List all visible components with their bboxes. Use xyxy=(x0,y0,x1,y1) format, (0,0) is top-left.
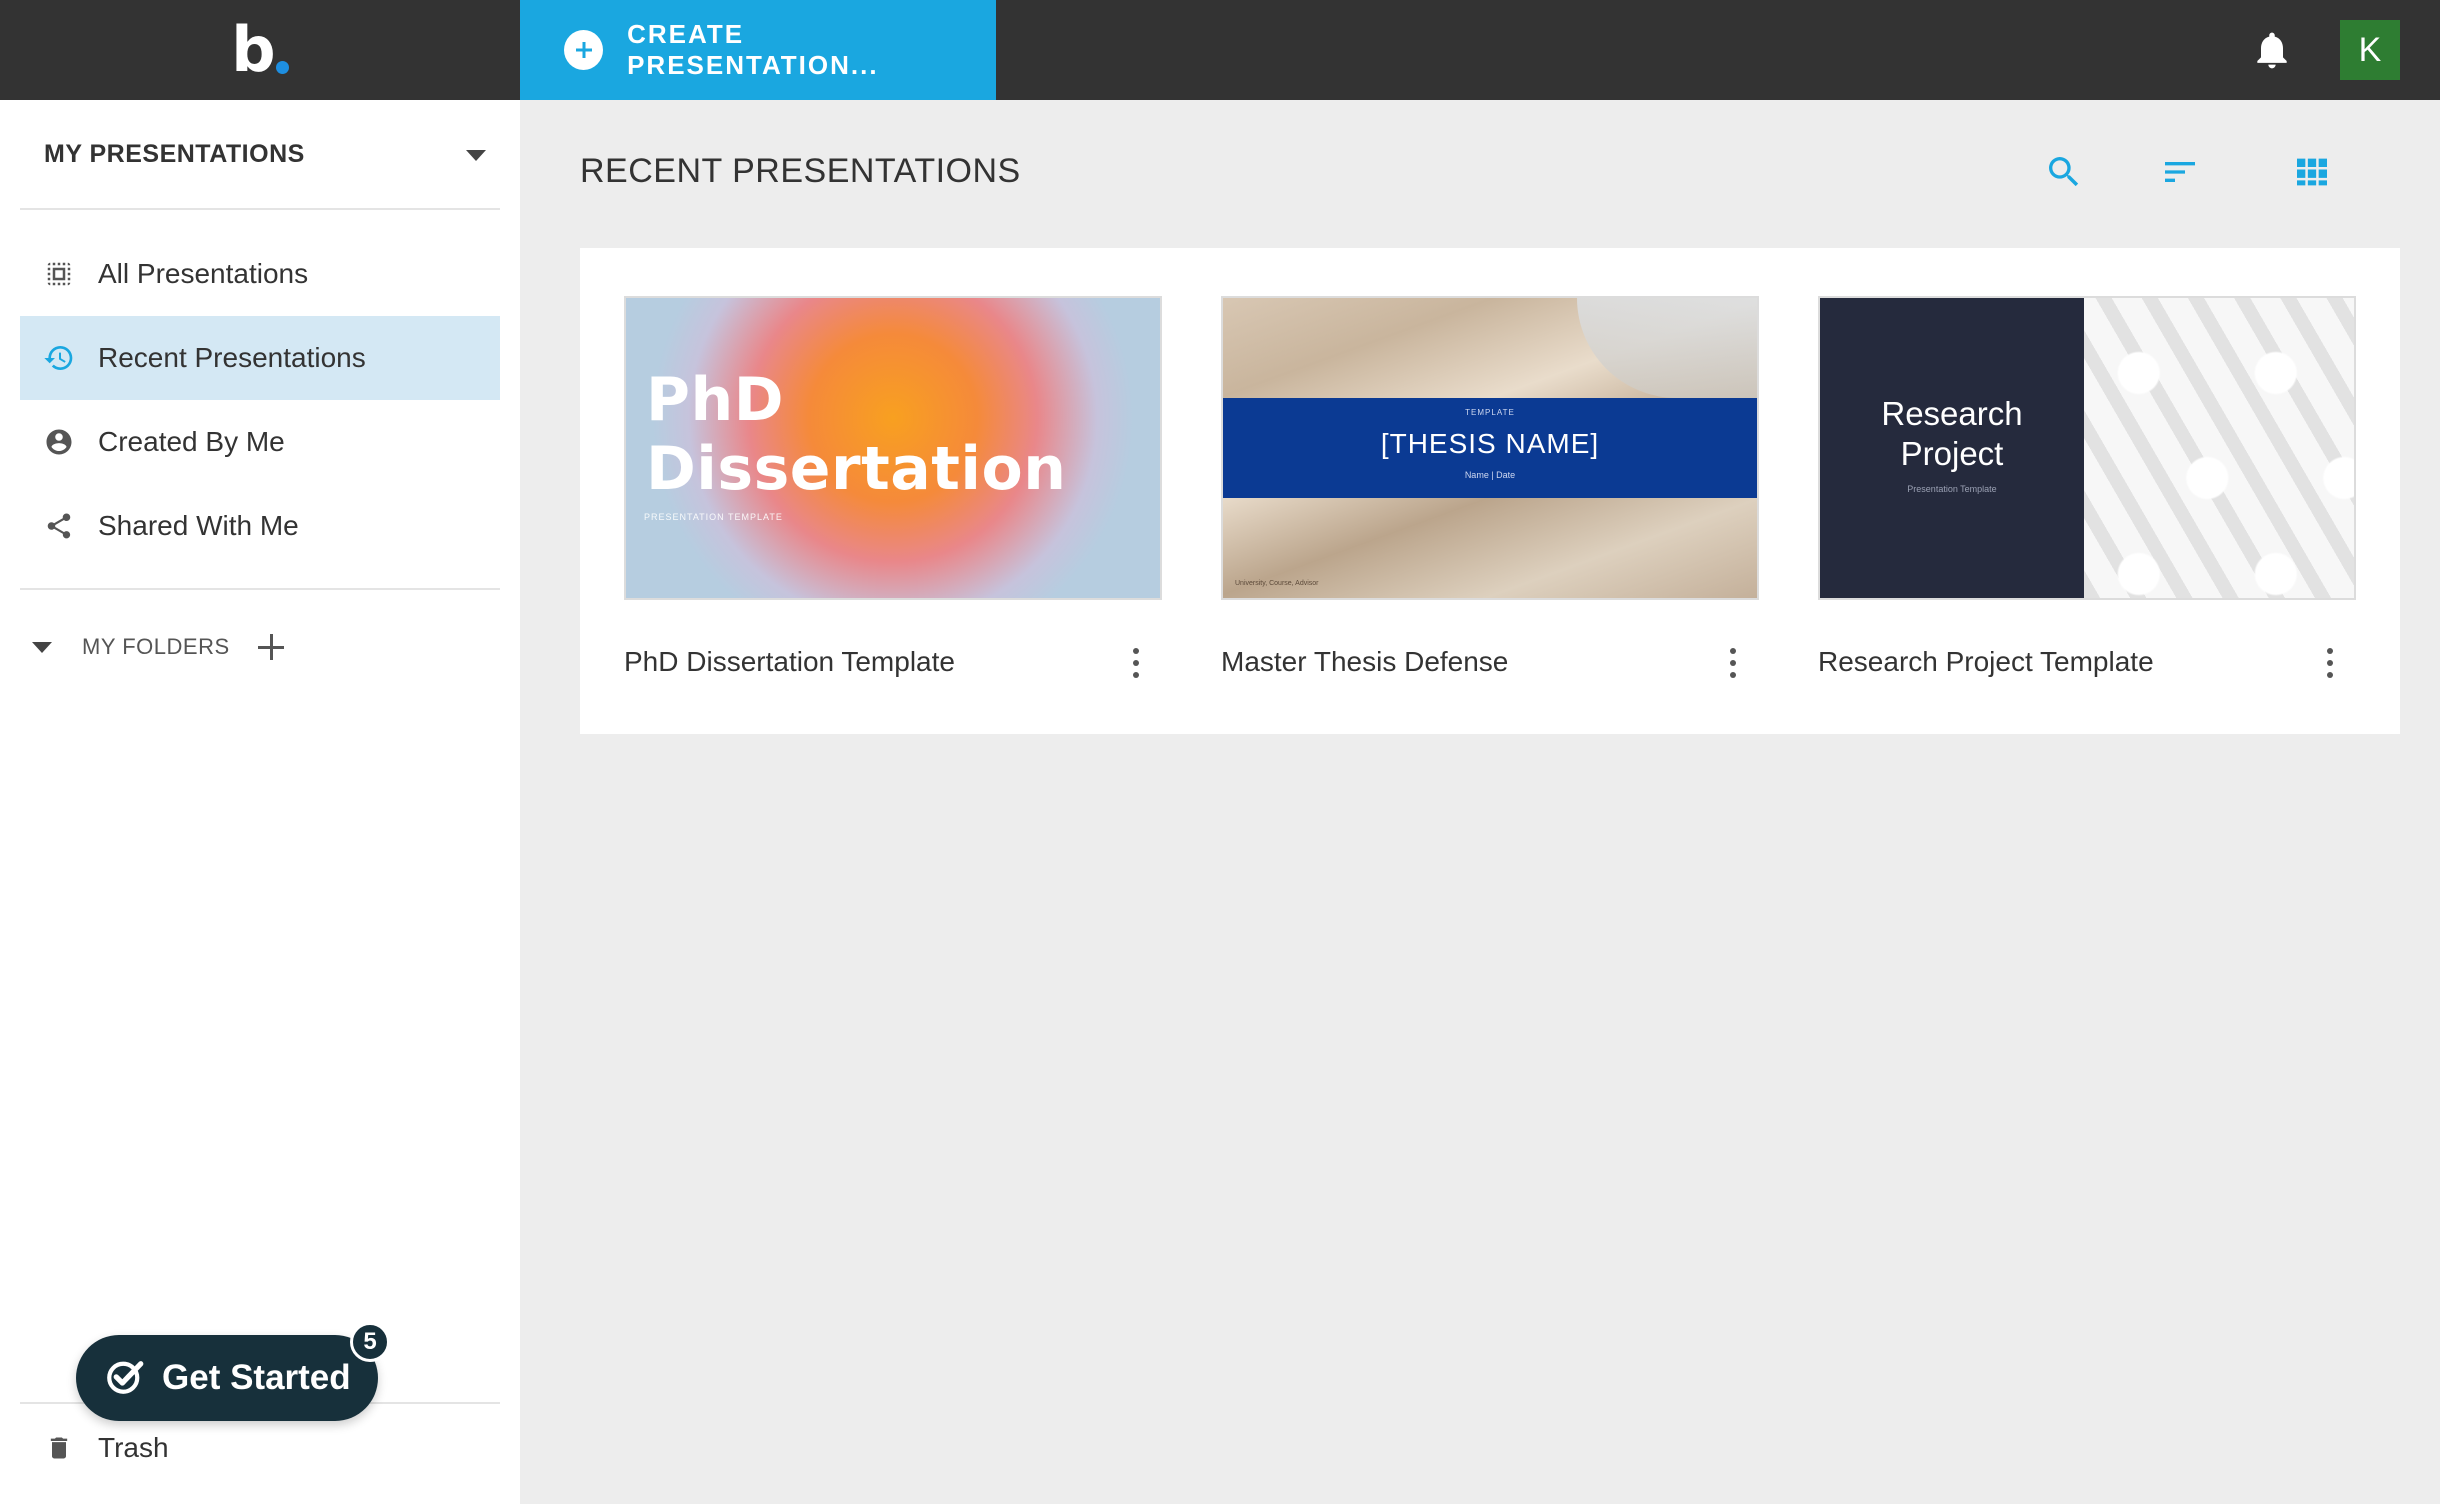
history-icon xyxy=(42,341,76,375)
logo-letter: b xyxy=(231,13,275,86)
sidebar-item-all-presentations[interactable]: All Presentations xyxy=(20,232,500,316)
create-presentation-label: CREATE PRESENTATION... xyxy=(627,19,879,80)
sidebar-item-label: Created By Me xyxy=(98,426,285,457)
thumbnail-footer: University, Course, Advisor xyxy=(1235,580,1319,587)
thumbnail-title: [THESIS NAME] xyxy=(1380,428,1600,459)
thumbnail-background xyxy=(1577,298,1757,398)
trash-icon xyxy=(42,1431,76,1465)
presentation-title[interactable]: PhD Dissertation Template xyxy=(624,646,955,678)
presentation-thumbnail[interactable]: PhD Dissertation PRESENTATION TEMPLATE xyxy=(624,296,1162,600)
presentation-thumbnail[interactable]: Research Project Presentation Template xyxy=(1818,296,2356,600)
thumbnail-title: Research Project xyxy=(1820,394,2084,473)
sidebar-item-created-by-me[interactable]: Created By Me xyxy=(20,400,500,484)
add-folder-icon[interactable] xyxy=(256,632,286,662)
thumbnail-subtitle: PRESENTATION TEMPLATE xyxy=(644,512,783,522)
get-started-label: Get Started xyxy=(162,1358,351,1397)
presentation-thumbnail[interactable]: TEMPLATE [THESIS NAME] Name | Date Unive… xyxy=(1221,296,1759,600)
more-options-icon[interactable] xyxy=(2320,646,2340,680)
thumbnail-title-line: Project xyxy=(1900,434,2004,472)
sidebar-nav: All Presentations Recent Presentations C… xyxy=(20,232,500,568)
thumbnail-title-line: Research xyxy=(1881,395,2023,432)
my-folders-label: MY FOLDERS xyxy=(82,634,230,659)
caret-down-icon xyxy=(466,150,486,161)
notifications-bell-icon[interactable] xyxy=(2250,28,2294,72)
more-options-icon[interactable] xyxy=(1126,646,1146,680)
sidebar-item-label: Recent Presentations xyxy=(98,342,366,373)
sidebar-item-label: All Presentations xyxy=(98,258,309,289)
presentation-title[interactable]: Master Thesis Defense xyxy=(1221,646,1508,678)
presentation-title[interactable]: Research Project Template xyxy=(1818,646,2154,678)
thumbnail-subtitle: Presentation Template xyxy=(1907,484,1997,494)
thumbnail-band: TEMPLATE [THESIS NAME] Name | Date xyxy=(1223,398,1757,498)
grid-view-icon[interactable] xyxy=(2288,148,2336,196)
sort-icon[interactable] xyxy=(2156,148,2204,196)
person-icon xyxy=(42,425,76,459)
presentation-card: Research Project Presentation Template R… xyxy=(1818,296,2356,678)
page-title: RECENT PRESENTATIONS xyxy=(580,152,1021,190)
logo-dot xyxy=(275,60,289,74)
user-avatar[interactable]: K xyxy=(2340,20,2400,80)
presentation-card: TEMPLATE [THESIS NAME] Name | Date Unive… xyxy=(1221,296,1759,678)
app-logo[interactable]: b xyxy=(0,0,520,100)
more-options-icon[interactable] xyxy=(1723,646,1743,680)
grid-select-icon xyxy=(42,257,76,291)
thumbnail-title: PhD Dissertation xyxy=(646,366,1066,504)
caret-down-icon[interactable] xyxy=(32,641,52,653)
sidebar-item-recent-presentations[interactable]: Recent Presentations xyxy=(20,316,500,400)
check-circle-icon xyxy=(104,1355,146,1402)
create-presentation-button[interactable]: CREATE PRESENTATION... xyxy=(520,0,996,100)
trash-label: Trash xyxy=(98,1432,169,1463)
thumbnail-pattern xyxy=(2084,298,2354,598)
my-folders-section: MY FOLDERS xyxy=(32,622,286,672)
thumbnail-title-line: Dissertation xyxy=(646,434,1067,504)
thumbnail-subtitle: Name | Date xyxy=(1464,470,1516,480)
get-started-badge: 5 xyxy=(350,1322,390,1362)
presentation-card: PhD Dissertation PRESENTATION TEMPLATE P… xyxy=(624,296,1162,678)
sidebar-item-label: Shared With Me xyxy=(98,510,299,541)
search-icon[interactable] xyxy=(2040,148,2088,196)
thumbnail-title-line: PhD xyxy=(646,365,784,435)
my-presentations-label: MY PRESENTATIONS xyxy=(44,139,305,168)
plus-circle-icon xyxy=(564,30,604,70)
presentations-panel: PhD Dissertation PRESENTATION TEMPLATE P… xyxy=(580,248,2400,734)
sidebar: MY PRESENTATIONS All Presentations Recen… xyxy=(0,100,520,1504)
sidebar-item-shared-with-me[interactable]: Shared With Me xyxy=(20,484,500,568)
top-bar: b CREATE PRESENTATION... K xyxy=(0,0,2440,100)
divider xyxy=(20,588,500,590)
get-started-button[interactable]: Get Started xyxy=(76,1335,378,1421)
my-presentations-dropdown[interactable]: MY PRESENTATIONS xyxy=(20,100,500,210)
share-icon xyxy=(42,509,76,543)
thumbnail-kicker: TEMPLATE xyxy=(1465,408,1515,417)
